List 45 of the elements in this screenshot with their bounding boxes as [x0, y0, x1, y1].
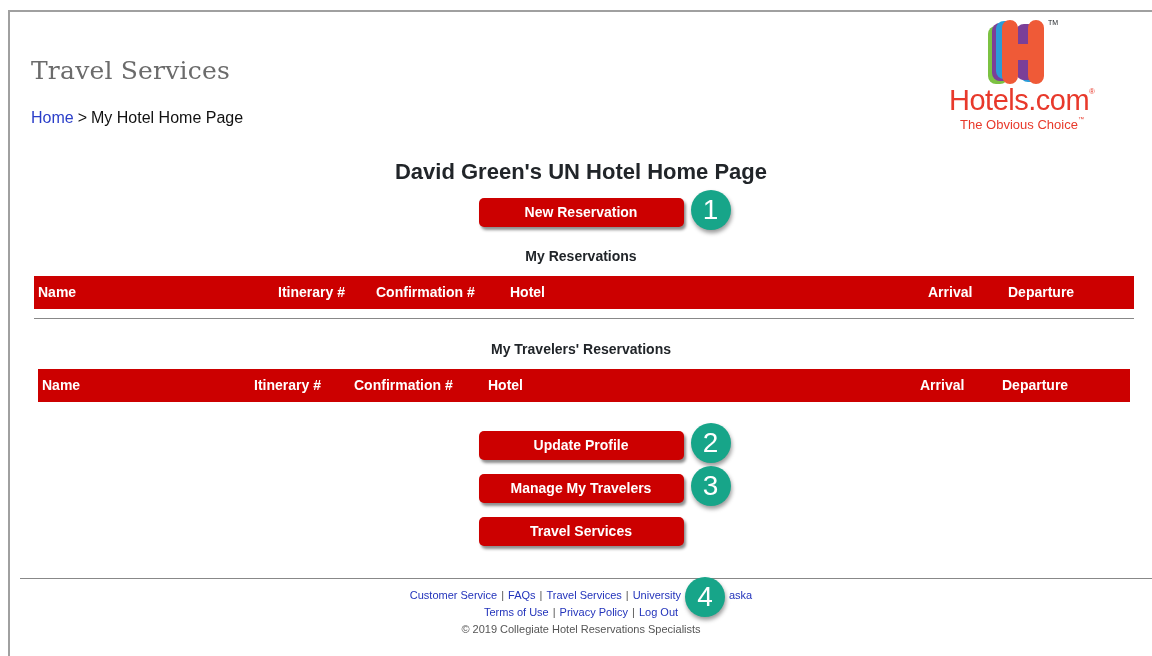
footer-link[interactable]: Travel Services: [546, 586, 622, 604]
callout-marker: 3: [690, 465, 731, 506]
link-separator: |: [625, 587, 629, 603]
breadcrumb-link[interactable]: Home: [31, 105, 74, 130]
column-header: Name: [41, 375, 82, 395]
column-header: Hotel: [487, 375, 524, 395]
logo-wordmark: Hotels.com: [949, 86, 1090, 115]
column-header: Confirmation #: [353, 375, 454, 395]
action-button[interactable]: Update Profile: [478, 430, 684, 460]
column-header: Arrival: [919, 375, 966, 395]
logo-tagline: The Obvious Choice: [960, 116, 1078, 134]
action-button[interactable]: Manage My Travelers: [478, 473, 684, 503]
registered-mark: ®: [1089, 86, 1095, 96]
callout-marker: 2: [690, 422, 731, 463]
callout-marker: 4: [684, 576, 725, 617]
column-header: Departure: [1007, 282, 1076, 302]
footer-link[interactable]: University: [632, 586, 681, 604]
footer-link[interactable]: aska: [728, 586, 753, 604]
footer-link[interactable]: FAQs: [508, 586, 536, 604]
column-header: Departure: [1001, 375, 1070, 395]
column-header: Name: [37, 282, 78, 302]
footer-link[interactable]: Log Out: [638, 603, 679, 621]
callout-marker: 1: [690, 189, 731, 230]
new-reservation-button[interactable]: New Reservation: [478, 197, 684, 227]
page-heading: David Green's UN Hotel Home Page: [394, 157, 768, 186]
column-header: Itinerary #: [277, 282, 346, 302]
section-title: My Reservations: [524, 246, 638, 266]
logo-icon: [985, 18, 1046, 86]
link-separator: |: [632, 604, 635, 620]
footer-link[interactable]: Customer Service: [409, 586, 498, 604]
breadcrumb-separator: >: [77, 107, 88, 128]
column-header: Hotel: [509, 282, 546, 302]
footer-link[interactable]: Terms of Use: [483, 603, 549, 621]
copyright-text: © 2019 Collegiate Hotel Reservations Specialists: [460, 621, 702, 637]
site-title: Travel Services: [31, 55, 231, 87]
link-separator: |: [501, 587, 505, 603]
column-header: Confirmation #: [375, 282, 476, 302]
link-separator: |: [552, 604, 556, 620]
column-header: Itinerary #: [253, 375, 322, 395]
section-title: My Travelers' Reservations: [490, 339, 672, 359]
link-separator: |: [539, 587, 543, 603]
breadcrumb-current: My Hotel Home Page: [91, 107, 244, 128]
column-header: Arrival: [927, 282, 974, 302]
action-button[interactable]: Travel Services: [478, 516, 684, 546]
footer-link[interactable]: Privacy Policy: [559, 603, 629, 621]
